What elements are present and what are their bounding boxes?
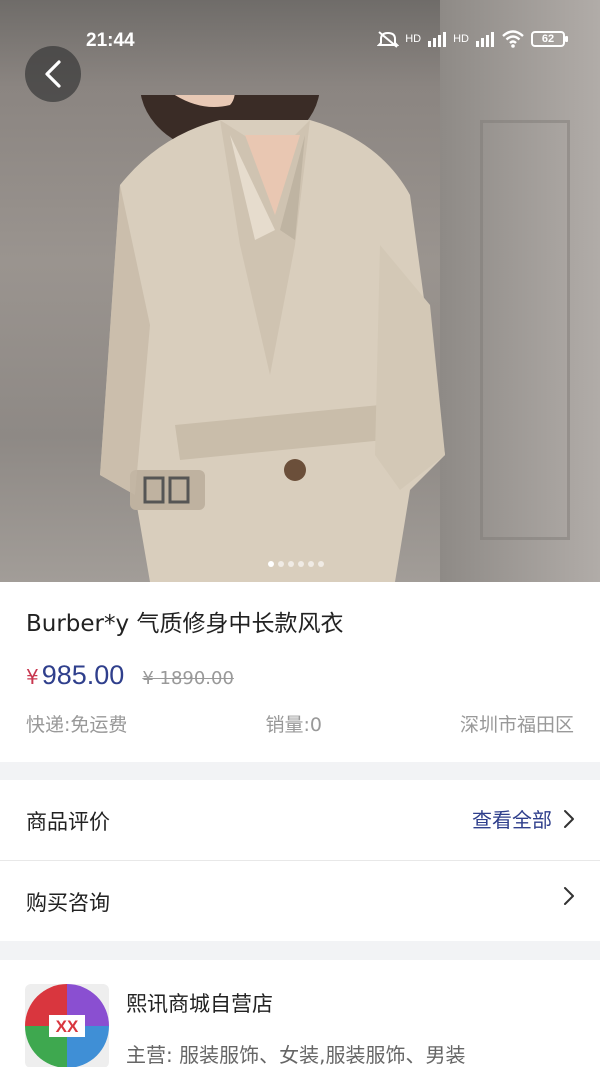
status-time: 21:44 <box>86 30 135 51</box>
status-icons: HD HD 62 <box>377 30 568 48</box>
store-card[interactable]: XX 熙讯商城自营店 主营: 服装服饰、女装,服装服饰、男装 <box>0 960 600 1067</box>
consult-label: 购买咨询 <box>26 891 110 915</box>
gallery-dot[interactable] <box>308 561 314 567</box>
product-photo <box>100 95 445 582</box>
gallery-dot[interactable] <box>318 561 324 567</box>
gallery-pagination <box>268 561 324 567</box>
product-image-gallery[interactable] <box>0 0 600 582</box>
mute-icon <box>377 31 400 48</box>
signal-icon-2 <box>476 32 494 47</box>
store-logo[interactable]: XX <box>25 984 109 1067</box>
store-logo-image: XX <box>25 984 109 1067</box>
gallery-dot[interactable] <box>268 561 274 567</box>
gallery-dot[interactable] <box>288 561 294 567</box>
gallery-dot[interactable] <box>278 561 284 567</box>
original-price: ¥ 1890.00 <box>142 668 234 689</box>
battery-icon: 62 <box>531 31 568 47</box>
status-bar: 21:44 HD HD 62 <box>0 0 600 82</box>
chevron-left-icon <box>45 60 61 88</box>
price-row: ¥ 985.00 ¥ 1890.00 <box>26 660 234 691</box>
ship-location: 深圳市福田区 <box>459 714 574 736</box>
view-all-link[interactable]: 查看全部 <box>472 804 552 833</box>
product-title: Burber*y 气质修身中长款风衣 <box>26 611 344 637</box>
wifi-icon <box>502 30 524 48</box>
reviews-view-all[interactable]: 查看全部 <box>472 804 576 833</box>
currency-symbol: ¥ <box>26 665 39 689</box>
product-price: 985.00 <box>41 660 125 690</box>
back-button[interactable] <box>25 46 81 102</box>
chevron-right-icon <box>564 809 574 828</box>
store-name: 熙讯商城自营店 <box>126 992 273 1016</box>
signal-hd-label: HD <box>405 33 422 45</box>
reviews-row[interactable]: 商品评价 查看全部 <box>0 780 600 860</box>
reviews-label: 商品评价 <box>26 810 110 834</box>
signal-icon <box>428 32 447 47</box>
background-door <box>480 120 570 540</box>
consult-row[interactable]: 购买咨询 <box>0 861 600 941</box>
chevron-right-icon <box>564 887 574 905</box>
signal-hd-label-2: HD <box>453 33 469 45</box>
product-info: Burber*y 气质修身中长款风衣 ¥ 985.00 ¥ 1890.00 快递… <box>0 582 600 762</box>
sales-count: 销量:0 <box>265 714 322 736</box>
product-meta: 快递:免运费 销量:0 深圳市福田区 <box>26 710 574 737</box>
consult-arrow[interactable] <box>562 885 576 907</box>
gallery-dot[interactable] <box>298 561 304 567</box>
store-logo-text: XX <box>56 1017 79 1036</box>
store-main-business: 主营: 服装服饰、女装,服装服饰、男装 <box>126 1043 466 1067</box>
shipping-info: 快递:免运费 <box>26 714 128 736</box>
